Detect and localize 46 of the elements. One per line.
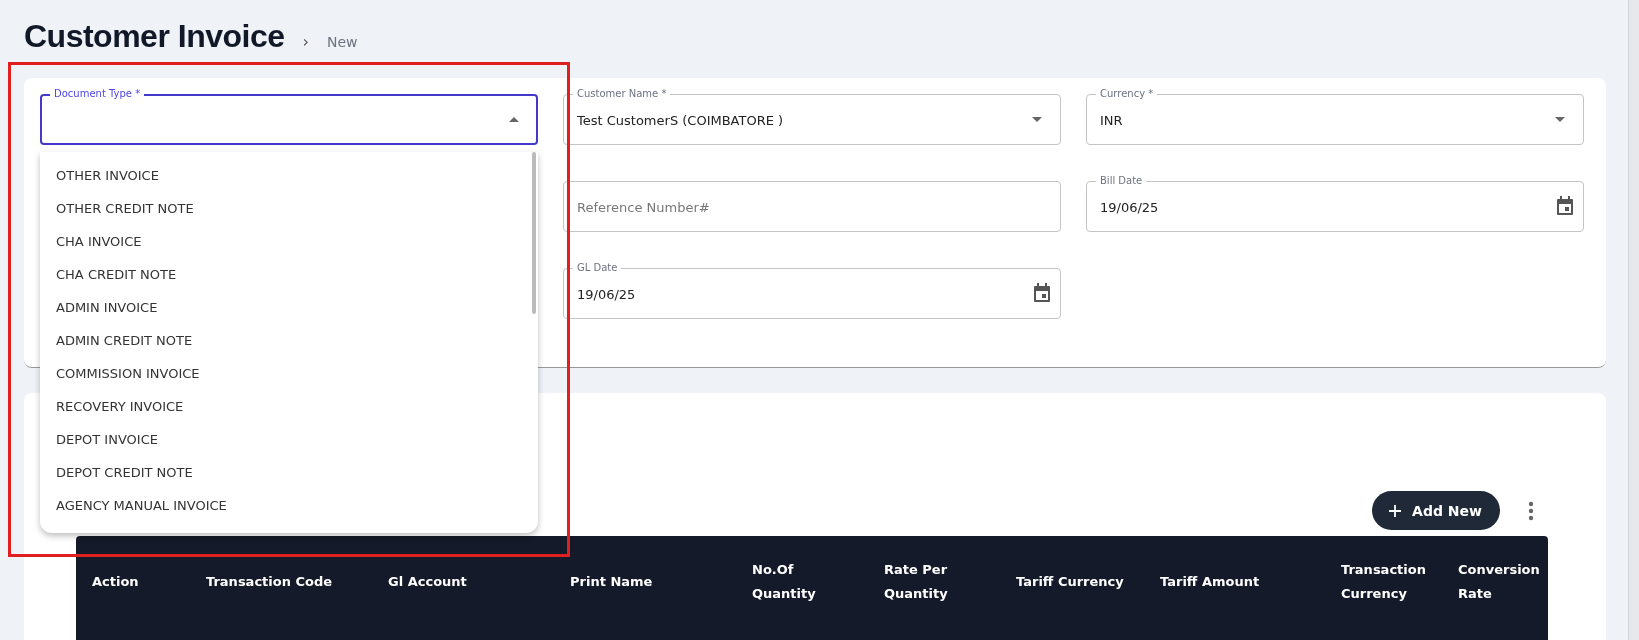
column-header: Rate Per Quantity xyxy=(884,561,949,603)
caret-icon xyxy=(1555,117,1565,122)
dropdown-option[interactable]: AGENCY MANUAL INVOICE xyxy=(40,489,538,522)
field-value: INR xyxy=(1100,112,1123,128)
date-field[interactable]: Bill Date 19/06/25 xyxy=(1086,174,1584,232)
dropdown-option[interactable]: CHA INVOICE xyxy=(40,225,538,258)
column-header: Transaction Code xyxy=(206,573,334,591)
dropdown-option[interactable]: OTHER INVOICE xyxy=(40,159,538,192)
caret-icon xyxy=(509,117,519,122)
plus-icon xyxy=(1388,503,1403,518)
calendar-icon xyxy=(1033,283,1051,303)
column-header: Conversion Rate xyxy=(1458,561,1541,603)
field-label: Currency * xyxy=(1096,87,1158,101)
column-header: Transaction Currency xyxy=(1341,561,1427,603)
column-header: Print Name xyxy=(570,573,654,591)
column-header: Tariff Currency xyxy=(1016,573,1125,591)
scrollbar-thumb[interactable] xyxy=(532,152,536,314)
page-title: Customer Invoice xyxy=(24,18,285,55)
dropdown-option[interactable]: CHA CREDIT NOTE xyxy=(40,258,538,291)
select-field[interactable]: Document Type * xyxy=(40,87,538,145)
date-field[interactable]: GL Date 19/06/25 xyxy=(563,261,1061,319)
select-field[interactable]: Currency * INR xyxy=(1086,87,1584,145)
dropdown-option[interactable]: ADMIN CREDIT NOTE xyxy=(40,324,538,357)
field-value: 19/06/25 xyxy=(1100,199,1159,215)
breadcrumb-separator: › xyxy=(302,32,309,51)
column-header: No.Of Quantity xyxy=(752,561,817,603)
dropdown-option[interactable]: OTHER CREDIT NOTE xyxy=(40,192,538,225)
breadcrumb-item[interactable]: New xyxy=(326,34,358,50)
field-placeholder: Reference Number# xyxy=(577,199,710,215)
caret-icon xyxy=(1032,117,1042,122)
column-header: Tariff Amount xyxy=(1160,573,1261,591)
column-header: Action xyxy=(92,573,140,591)
field-label: Document Type * xyxy=(50,87,145,101)
select-field[interactable]: Customer Name * Test CustomerS (COIMBATORE ) xyxy=(563,87,1061,145)
field-value: Test CustomerS (COIMBATORE ) xyxy=(577,112,784,128)
dropdown-option[interactable]: DEPOT CREDIT NOTE xyxy=(40,456,538,489)
calendar-icon xyxy=(1556,196,1574,216)
column-header: Gl Account xyxy=(388,573,468,591)
field-value: 19/06/25 xyxy=(577,286,636,302)
dropdown-option[interactable]: COMMISSION INVOICE xyxy=(40,357,538,390)
dropdown-option[interactable]: DEPOT INVOICE xyxy=(40,423,538,456)
add-new-button[interactable]: Add New xyxy=(1372,491,1500,530)
input-field[interactable]: Reference Number# xyxy=(563,174,1061,232)
dropdown-option[interactable]: ADMIN INVOICE xyxy=(40,291,538,324)
more-options-icon[interactable] xyxy=(1528,500,1534,521)
dropdown-option[interactable]: RECOVERY INVOICE xyxy=(40,390,538,423)
